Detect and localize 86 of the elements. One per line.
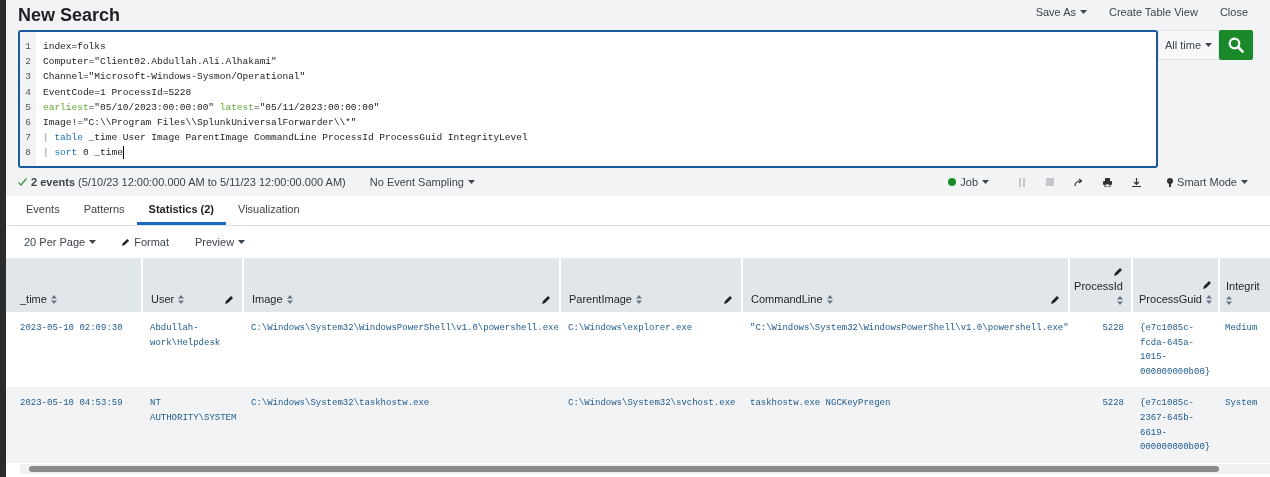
table-cell: Medium — [1219, 312, 1270, 388]
search-query-editor[interactable] — [18, 30, 1158, 168]
line-number: 8 — [24, 146, 32, 161]
pencil-icon[interactable] — [122, 238, 131, 246]
sort-icon[interactable] — [50, 294, 57, 304]
sort-icon[interactable] — [178, 294, 185, 304]
header-action[interactable]: Create Table View — [1105, 4, 1202, 20]
line-number: 3 — [24, 70, 32, 85]
column-header[interactable]: Integrit — [1219, 258, 1270, 312]
share-icon[interactable] — [1074, 178, 1084, 186]
caret-icon — [1080, 10, 1087, 14]
pencil-icon[interactable] — [1114, 267, 1123, 276]
column-header[interactable]: ProcessId — [1069, 258, 1132, 312]
pencil-icon[interactable] — [1051, 294, 1060, 304]
search-mode-dropdown[interactable]: Smart Mode — [1163, 174, 1252, 190]
sort-icon[interactable] — [636, 294, 642, 304]
query-line: index=folks — [43, 40, 107, 54]
table-cell: System — [1219, 387, 1270, 463]
line-number: 1 — [24, 40, 32, 54]
query-line: Computer="Client02.Abdullah.Ali.Alhakami" — [43, 55, 278, 70]
pencil-icon[interactable] — [1203, 280, 1212, 289]
time-range-picker[interactable]: All time — [1158, 30, 1219, 60]
sort-icon[interactable] — [826, 294, 833, 304]
job-menu[interactable]: Job — [944, 174, 994, 190]
table-cell: NT AUTHORITY\SYSTEM — [142, 387, 243, 463]
header-action[interactable]: Save As — [1031, 4, 1091, 20]
table-cell: C:\Windows\System32\svchost.exe — [560, 387, 742, 463]
table-cell: Abdullah- work\Helpdesk — [142, 312, 243, 388]
column-header[interactable]: _time — [6, 258, 142, 312]
table-cell: C:\Windows\System32\taskhostw.exe — [243, 387, 560, 463]
line-number: 4 — [24, 85, 32, 100]
table-cell: {e7c1085c- 2367-645b- 6619- 000000000b00} — [1132, 387, 1219, 463]
sampling-dropdown[interactable]: No Event Sampling — [365, 174, 479, 190]
pencil-icon[interactable] — [542, 294, 551, 304]
table-cell: "C:\Windows\System32\WindowsPowerShell\v1.0\powershell.exe" — [742, 312, 1069, 388]
query-line: | sort 0 _time — [43, 145, 125, 161]
table-cell: 5228 — [1069, 312, 1132, 388]
column-header[interactable]: CommandLine — [742, 258, 1069, 312]
table-cell: 2023-05-10 02:09:30 — [6, 312, 142, 388]
line-number: 5 — [24, 100, 32, 115]
sort-icon[interactable] — [1206, 294, 1212, 304]
query-line: Image!="C:\\Program Files\\SplunkUniversalForwarder\\*" — [43, 115, 358, 130]
table-cell: 2023-05-10 04:53:59 — [6, 387, 142, 463]
print-icon[interactable] — [1103, 177, 1113, 187]
horizontal-scrollbar[interactable] — [20, 464, 1270, 474]
column-header[interactable]: Image — [243, 258, 560, 312]
line-number: 6 — [24, 115, 32, 130]
table-cell: taskhostw.exe NGCKeyPregen — [742, 387, 1069, 463]
line-number: 2 — [24, 55, 32, 70]
line-number: 7 — [24, 131, 32, 146]
preview-dropdown[interactable]: Preview — [191, 234, 250, 250]
pencil-icon[interactable] — [724, 294, 733, 304]
results-tab[interactable]: Patterns — [71, 196, 137, 225]
caret-icon — [1205, 43, 1213, 47]
results-tab[interactable]: Events — [14, 196, 72, 225]
caret-icon — [89, 240, 97, 244]
caret-icon — [982, 180, 990, 184]
query-line: EventCode=1 ProcessId=5228 — [43, 85, 193, 100]
table-cell: 5228 — [1069, 387, 1132, 463]
per-page-dropdown[interactable]: 20 Per Page — [20, 234, 101, 250]
table-cell: C:\Windows\explorer.exe — [560, 312, 742, 388]
query-line: earliest="05/10/2023:00:00:00" latest="05/11/2023:00:00:00" — [43, 100, 381, 115]
page-title: New Search — [18, 4, 121, 26]
query-line: Channel="Microsoft-Windows-Sysmon/Operational" — [43, 70, 307, 85]
search-icon — [1228, 37, 1244, 53]
sort-icon[interactable] — [1226, 296, 1232, 305]
search-button[interactable] — [1219, 30, 1253, 60]
pencil-icon[interactable] — [225, 294, 234, 304]
query-line: | table _time User Image ParentImage CommandLine ProcessId ProcessGuid IntegrityLevel — [43, 131, 528, 146]
column-header[interactable]: ProcessGuid — [1132, 258, 1219, 312]
check-icon — [18, 178, 27, 186]
sort-icon[interactable] — [1117, 296, 1123, 305]
table-cell: {e7c1085c- fcda-645a- 1015- 000000000b00} — [1132, 312, 1219, 388]
download-icon[interactable] — [1132, 177, 1142, 187]
header-action[interactable]: Close — [1215, 4, 1252, 20]
column-header[interactable]: User — [142, 258, 243, 312]
lightbulb-icon — [1167, 177, 1174, 187]
caret-icon — [467, 180, 475, 184]
sort-icon[interactable] — [286, 294, 293, 304]
event-count-summary: 2 events (5/10/23 12:00:00.000 AM to 5/11/23 12:00:00.000 AM) — [31, 176, 346, 188]
format-button[interactable]: Format — [118, 234, 173, 250]
results-tab[interactable]: Visualization — [226, 196, 312, 225]
table-cell: C:\Windows\System32\WindowsPowerShell\v1.0\powershell.exe — [243, 312, 560, 388]
caret-icon — [238, 240, 246, 244]
caret-icon — [1241, 180, 1248, 184]
column-header[interactable]: ParentImage — [560, 258, 742, 312]
